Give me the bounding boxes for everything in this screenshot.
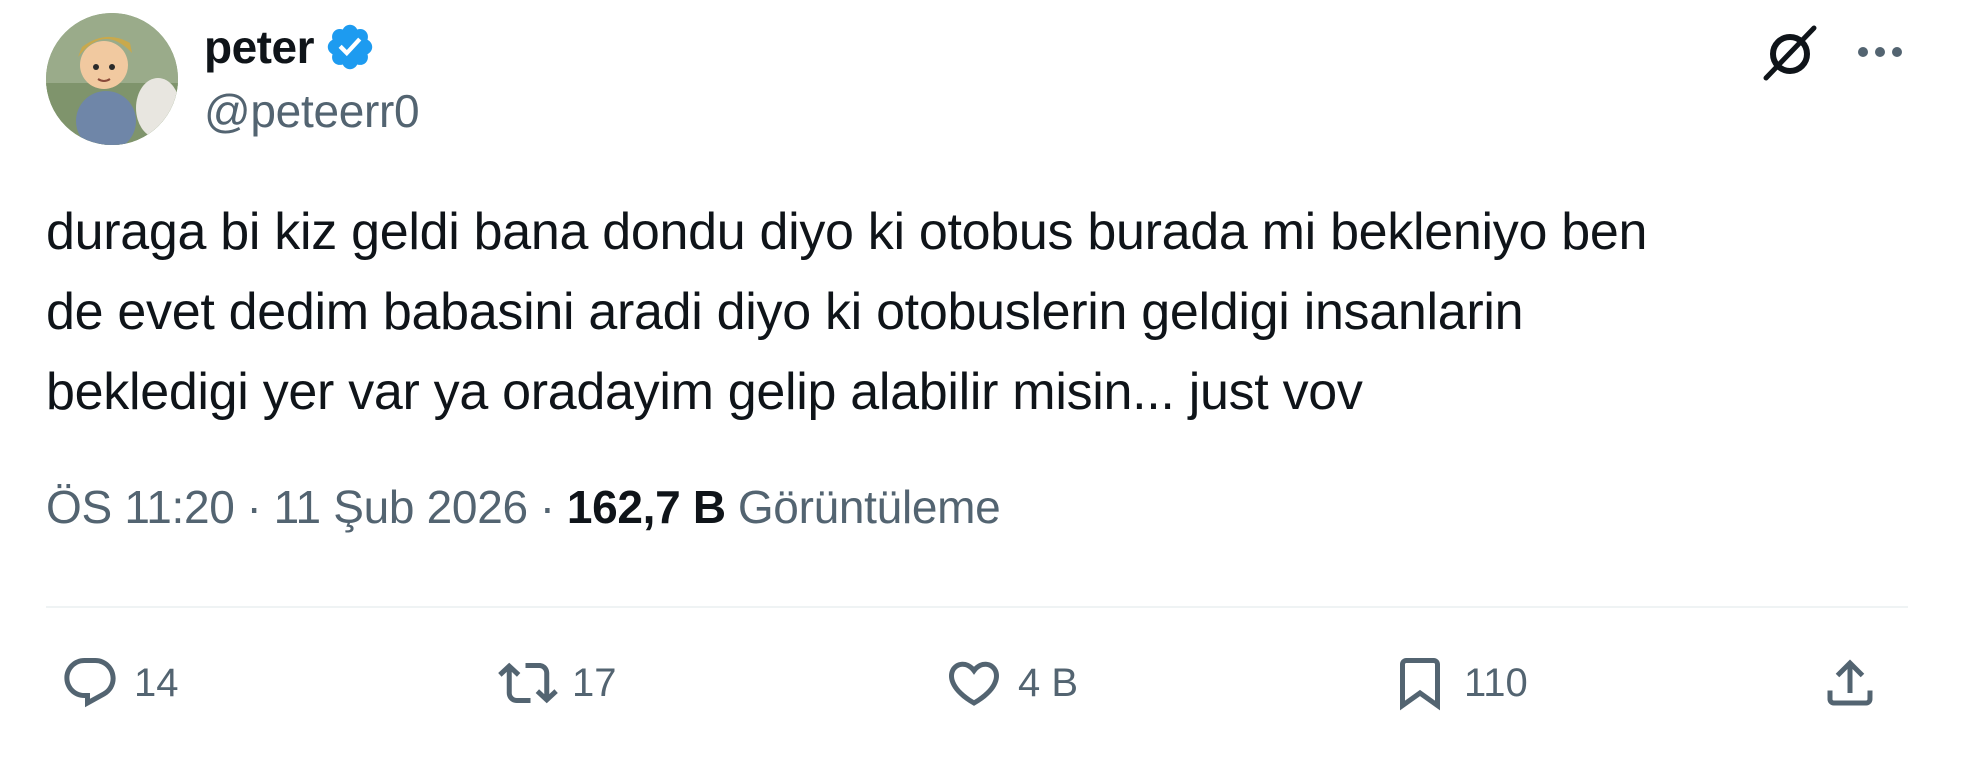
author-display-name[interactable]: peter	[204, 20, 314, 74]
share-icon	[1827, 659, 1873, 706]
like-button[interactable]: 4 B	[944, 648, 1078, 718]
meta-separator: ·	[539, 481, 555, 533]
tweet-text: duraga bi kiz geldi bana dondu diyo ki o…	[46, 203, 1648, 421]
retweet-button[interactable]: 17	[498, 648, 617, 718]
like-count: 4 B	[1018, 660, 1079, 705]
more-options-button[interactable]	[1838, 10, 1922, 94]
grok-icon	[1763, 25, 1817, 81]
bookmark-icon	[1400, 658, 1440, 711]
bookmark-count: 110	[1464, 660, 1528, 705]
more-icon	[1858, 47, 1902, 57]
meta-separator: ·	[246, 481, 262, 533]
tweet-time[interactable]: ÖS 11:20	[46, 480, 235, 534]
reply-button[interactable]: 14	[60, 648, 179, 718]
retweet-count: 17	[572, 660, 617, 705]
author-handle[interactable]: @peteerr0	[204, 84, 420, 138]
views-label[interactable]: Görüntüleme	[738, 480, 1001, 534]
tweet-date[interactable]: 11 Şub 2026	[274, 480, 529, 534]
grok-button[interactable]	[1748, 10, 1832, 94]
avatar[interactable]	[46, 13, 178, 145]
tweet-detail: peter @peteerr0 duraga bi kiz geldi bana…	[0, 0, 1966, 758]
views-count[interactable]: 162,7 B	[567, 480, 726, 534]
heart-icon	[948, 661, 1000, 706]
tweet-meta: ÖS 11:20 · 11 Şub 2026 · 162,7 B Görüntü…	[46, 480, 1001, 534]
reply-icon	[64, 658, 116, 708]
author-name-row: peter	[204, 14, 376, 80]
retweet-icon	[498, 662, 558, 704]
avatar-image	[46, 13, 178, 145]
divider	[46, 606, 1908, 608]
verified-badge-icon[interactable]	[324, 21, 376, 73]
bookmark-button[interactable]: 110	[1390, 648, 1528, 718]
share-button[interactable]	[1820, 648, 1880, 718]
reply-count: 14	[134, 660, 179, 705]
